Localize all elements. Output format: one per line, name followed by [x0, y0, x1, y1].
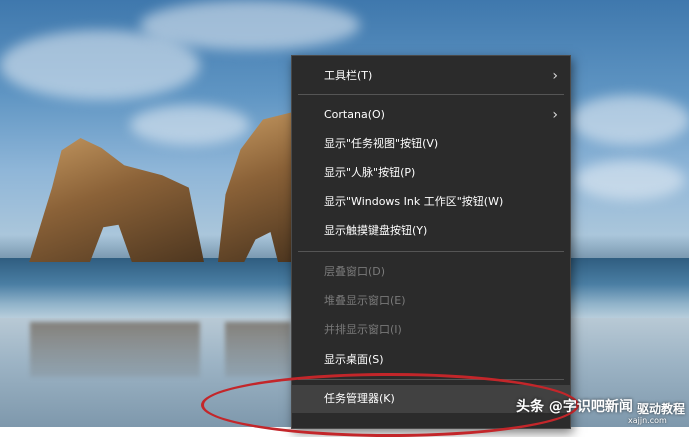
cloud [140, 0, 360, 50]
rock-reflection [30, 322, 200, 377]
rock-arch-left [29, 138, 204, 262]
menu-item-label: 堆叠显示窗口(E) [324, 294, 406, 307]
menu-item-show-people-button[interactable]: 显示"人脉"按钮(P) [292, 159, 570, 187]
menu-item-label: 显示桌面(S) [324, 353, 384, 366]
menu-item-label: 显示"Windows Ink 工作区"按钮(W) [324, 195, 504, 208]
watermark-text: 头条 @字识吧新闻 [516, 399, 633, 415]
menu-item-toolbars[interactable]: 工具栏(T) › [292, 62, 570, 90]
menu-item-show-desktop[interactable]: 显示桌面(S) [292, 346, 570, 374]
menu-separator [298, 251, 564, 252]
menu-item-stack-windows: 堆叠显示窗口(E) [292, 287, 570, 315]
menu-separator [298, 94, 564, 95]
chevron-right-icon: › [552, 107, 558, 123]
cloud [570, 95, 689, 145]
menu-item-label: 显示"人脉"按钮(P) [324, 166, 416, 179]
menu-item-show-touch-keyboard-button[interactable]: 显示触摸键盘按钮(Y) [292, 217, 570, 245]
menu-item-label: 工具栏(T) [324, 69, 373, 82]
menu-item-label: 层叠窗口(D) [324, 265, 386, 278]
watermark-site: 驱动教程 [637, 402, 686, 416]
menu-item-cortana[interactable]: Cortana(O) › [292, 101, 570, 129]
menu-item-label: 并排显示窗口(I) [324, 323, 402, 336]
menu-item-label: Cortana(O) [324, 108, 385, 121]
menu-item-label: 显示"任务视图"按钮(V) [324, 137, 439, 150]
menu-item-show-windows-ink-button[interactable]: 显示"Windows Ink 工作区"按钮(W) [292, 188, 570, 216]
menu-item-cascade-windows: 层叠窗口(D) [292, 258, 570, 286]
cloud [130, 105, 250, 145]
cloud [575, 160, 685, 200]
chevron-right-icon: › [552, 68, 558, 84]
watermark-url: xajjn.com [628, 416, 667, 425]
menu-item-show-task-view-button[interactable]: 显示"任务视图"按钮(V) [292, 130, 570, 158]
menu-item-side-by-side-windows: 并排显示窗口(I) [292, 316, 570, 344]
rock-reflection [225, 322, 291, 377]
menu-item-label: 显示触摸键盘按钮(Y) [324, 224, 428, 237]
